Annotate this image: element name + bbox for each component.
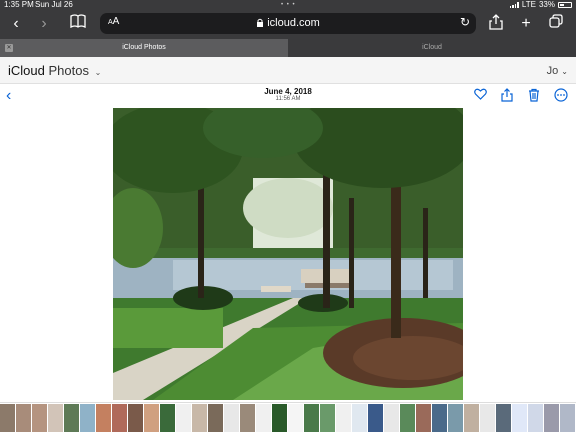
filmstrip-thumbnail[interactable] (128, 404, 143, 432)
more-icon[interactable] (554, 88, 568, 102)
share-icon[interactable] (500, 88, 514, 102)
filmstrip-thumbnail[interactable] (32, 404, 47, 432)
filmstrip-thumbnail[interactable] (432, 404, 447, 432)
network-label: LTE (521, 0, 536, 9)
tabs-icon[interactable] (546, 14, 566, 34)
filmstrip-thumbnail[interactable] (144, 404, 159, 432)
filmstrip-thumbnail[interactable] (528, 404, 543, 432)
photo-actions (473, 88, 568, 102)
trash-icon[interactable] (527, 88, 541, 102)
status-right: LTE 33% (509, 0, 572, 10)
status-date: Sun Jul 26 (35, 0, 73, 9)
book-icon[interactable] (68, 14, 88, 34)
share-icon[interactable] (486, 14, 506, 34)
lock-icon (257, 18, 264, 27)
filmstrip-thumbnail[interactable] (256, 404, 271, 432)
filmstrip-thumbnail[interactable] (48, 404, 63, 432)
filmstrip-thumbnail[interactable] (368, 404, 383, 432)
close-icon[interactable]: ✕ (5, 44, 13, 52)
filmstrip-thumbnail[interactable] (336, 404, 351, 432)
tab-strip: ✕ iCloud Photos iCloud (0, 39, 576, 57)
lake-photo-image (113, 108, 463, 400)
battery-label: 33% (538, 0, 555, 9)
chevron-right-icon[interactable]: › (34, 14, 54, 34)
app-switcher[interactable]: iCloud Photos ⌄ (8, 63, 101, 78)
filmstrip-thumbnail[interactable] (352, 404, 367, 432)
filmstrip-thumbnail[interactable] (480, 404, 495, 432)
filmstrip-thumbnail[interactable] (416, 404, 431, 432)
browser-toolbar: ‹ › AA icloud.com ↻ + (0, 10, 576, 39)
photo-toolbar: ‹ June 4, 2018 11:56 AM (0, 84, 576, 108)
filmstrip-thumbnail[interactable] (176, 404, 191, 432)
filmstrip-thumbnail[interactable] (192, 404, 207, 432)
signal-icon (509, 2, 519, 8)
chevron-down-icon: ⌄ (561, 67, 568, 76)
filmstrip-thumbnail[interactable] (160, 404, 175, 432)
multitask-dots[interactable]: • • • (281, 0, 296, 10)
filmstrip-thumbnail[interactable] (400, 404, 415, 432)
filmstrip-thumbnail[interactable] (304, 404, 319, 432)
url-label: icloud.com (267, 17, 320, 29)
photo-viewer (0, 108, 576, 400)
filmstrip (0, 402, 576, 432)
user-menu[interactable]: Jo ⌄ (547, 65, 568, 77)
user-label: Jo (546, 65, 559, 77)
filmstrip-thumbnail[interactable] (240, 404, 255, 432)
filmstrip-thumbnail[interactable] (288, 404, 303, 432)
filmstrip-thumbnail[interactable] (96, 404, 111, 432)
filmstrip-thumbnail[interactable] (464, 404, 479, 432)
chevron-left-icon[interactable]: ‹ (6, 14, 26, 34)
section-label: Photos (48, 63, 89, 78)
address-bar[interactable]: AA icloud.com ↻ (100, 13, 476, 34)
filmstrip-thumbnail[interactable] (0, 404, 15, 432)
filmstrip-thumbnail[interactable] (496, 404, 511, 432)
filmstrip-thumbnail[interactable] (560, 404, 575, 432)
filmstrip-thumbnail[interactable] (272, 404, 287, 432)
heart-icon[interactable] (473, 88, 487, 102)
status-bar: 1:35 PM Sun Jul 26 • • • LTE 33% (0, 0, 576, 10)
filmstrip-thumbnail[interactable] (448, 404, 463, 432)
tab-label: iCloud Photos (122, 44, 166, 51)
filmstrip-thumbnail[interactable] (80, 404, 95, 432)
status-time: 1:35 PM (4, 0, 34, 9)
icloud-header: iCloud Photos ⌄ Jo ⌄ (0, 57, 576, 84)
filmstrip-thumbnail[interactable] (320, 404, 335, 432)
filmstrip-thumbnail[interactable] (384, 404, 399, 432)
plus-icon[interactable]: + (516, 14, 536, 34)
tab-label: iCloud (422, 44, 442, 51)
filmstrip-thumbnail[interactable] (208, 404, 223, 432)
filmstrip-thumbnail[interactable] (544, 404, 559, 432)
tab-icloud[interactable]: iCloud (288, 39, 576, 57)
filmstrip-thumbnail[interactable] (64, 404, 79, 432)
tab-icloud-photos[interactable]: ✕ iCloud Photos (0, 39, 288, 57)
filmstrip-thumbnail[interactable] (512, 404, 527, 432)
filmstrip-thumbnail[interactable] (112, 404, 127, 432)
filmstrip-thumbnail[interactable] (224, 404, 239, 432)
url-text[interactable]: icloud.com (100, 17, 476, 29)
battery-icon (558, 2, 572, 8)
chevron-down-icon: ⌄ (94, 68, 102, 77)
brand-label: iCloud (8, 63, 45, 78)
reload-icon[interactable]: ↻ (460, 15, 470, 29)
lake-photo[interactable] (113, 108, 463, 400)
filmstrip-thumbnail[interactable] (16, 404, 31, 432)
